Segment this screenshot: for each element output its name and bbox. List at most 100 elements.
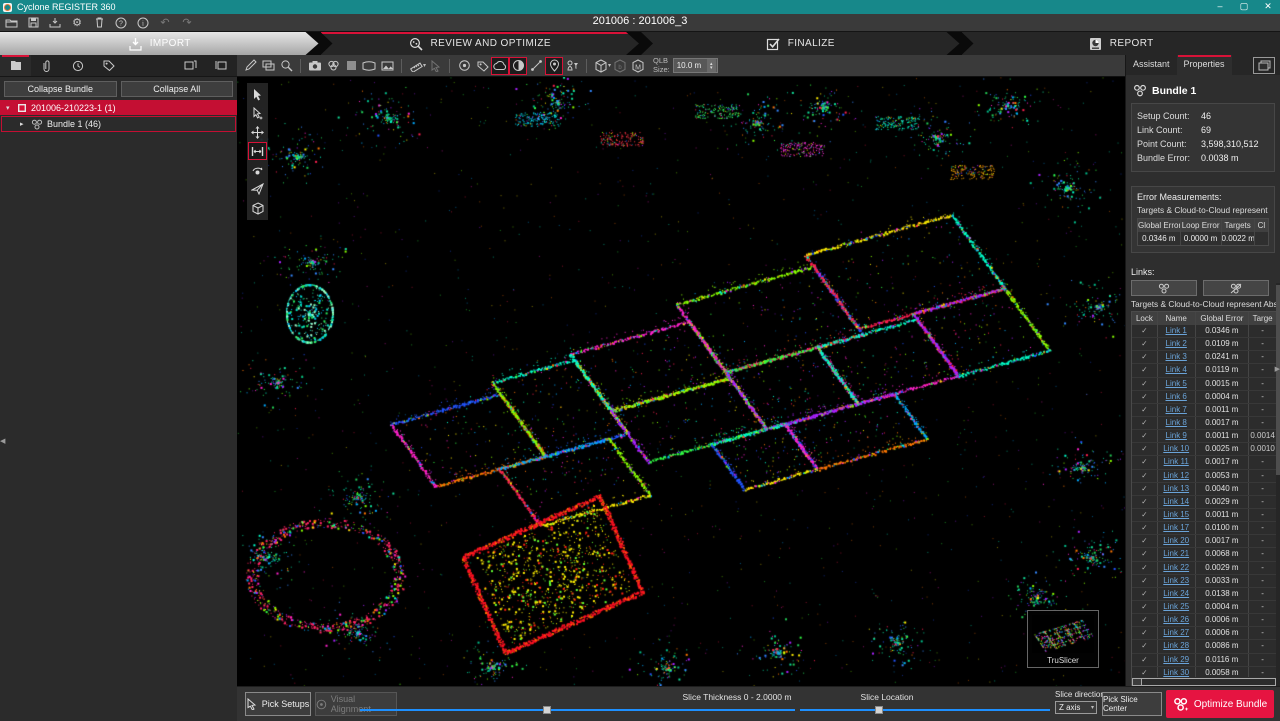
setup-pin-icon[interactable] bbox=[545, 57, 563, 75]
tab-attachments[interactable] bbox=[31, 55, 62, 76]
link-lock-checkbox[interactable]: ✓ bbox=[1132, 627, 1158, 639]
link-name[interactable]: Link 5 bbox=[1158, 378, 1196, 390]
step-report[interactable]: REPORT bbox=[962, 32, 1280, 55]
pointcloud-visibility-icon[interactable] bbox=[491, 57, 509, 75]
slice-thickness-slider[interactable] bbox=[360, 706, 795, 714]
link-name[interactable]: Link 8 bbox=[1158, 417, 1196, 429]
panel-vertical-scrollbar[interactable] bbox=[1276, 283, 1280, 686]
link-name[interactable]: Link 27 bbox=[1158, 627, 1196, 639]
link-lock-checkbox[interactable]: ✓ bbox=[1132, 325, 1158, 337]
column-header[interactable]: Lock bbox=[1132, 312, 1158, 325]
link-lock-checkbox[interactable]: ✓ bbox=[1132, 575, 1158, 587]
column-header[interactable]: Global Error bbox=[1138, 219, 1181, 232]
link-name[interactable]: Link 14 bbox=[1158, 496, 1196, 508]
create-link-button[interactable] bbox=[1131, 280, 1197, 296]
column-header[interactable]: Global Error bbox=[1196, 312, 1250, 325]
link-name[interactable]: Link 7 bbox=[1158, 404, 1196, 416]
link-name[interactable]: Link 4 bbox=[1158, 364, 1196, 376]
fit-view-tool-icon[interactable] bbox=[248, 142, 267, 160]
contrast-sphere-icon[interactable] bbox=[509, 57, 527, 75]
pick-slice-center-button[interactable]: Pick Slice Center bbox=[1102, 692, 1162, 716]
maximize-button[interactable]: ▢ bbox=[1232, 0, 1256, 14]
view-cube-tool-icon[interactable] bbox=[248, 199, 267, 217]
link-name[interactable]: Link 3 bbox=[1158, 351, 1196, 363]
tag-visibility-icon[interactable] bbox=[473, 57, 491, 75]
link-lock-checkbox[interactable]: ✓ bbox=[1132, 640, 1158, 652]
link-name[interactable]: Link 28 bbox=[1158, 640, 1196, 652]
link-lock-checkbox[interactable]: ✓ bbox=[1132, 378, 1158, 390]
color-mode-icon[interactable] bbox=[324, 57, 342, 75]
link-name[interactable]: Link 25 bbox=[1158, 601, 1196, 613]
tab-tags[interactable] bbox=[93, 55, 124, 76]
tree-item-project[interactable]: ▾ 201006-210223-1 (1) bbox=[0, 100, 237, 115]
tab-assistant[interactable]: Assistant bbox=[1126, 55, 1177, 75]
link-lock-checkbox[interactable]: ✓ bbox=[1132, 456, 1158, 468]
sidebar-collapse-handle[interactable]: ◀ bbox=[0, 437, 5, 445]
link-name[interactable]: Link 6 bbox=[1158, 391, 1196, 403]
pick-setups-button[interactable]: Pick Setups bbox=[245, 692, 311, 716]
target-visibility-icon[interactable] bbox=[455, 57, 473, 75]
panel-layout-button[interactable] bbox=[1253, 57, 1275, 74]
panel-expand-handle[interactable]: ▶ bbox=[1275, 365, 1280, 373]
zoom-region-icon[interactable] bbox=[277, 57, 295, 75]
select-tool-icon[interactable] bbox=[248, 85, 267, 103]
link-lock-checkbox[interactable]: ✓ bbox=[1132, 535, 1158, 547]
link-lock-checkbox[interactable]: ✓ bbox=[1132, 404, 1158, 416]
fly-tool-icon[interactable] bbox=[248, 180, 267, 198]
link-lock-checkbox[interactable]: ✓ bbox=[1132, 470, 1158, 482]
slice-thickness-handle[interactable] bbox=[543, 706, 551, 714]
link-lock-checkbox[interactable]: ✓ bbox=[1132, 417, 1158, 429]
step-import[interactable]: IMPORT bbox=[0, 32, 319, 55]
link-lock-checkbox[interactable]: ✓ bbox=[1132, 391, 1158, 403]
pointcloud-canvas[interactable] bbox=[237, 77, 1125, 686]
link-name[interactable]: Link 29 bbox=[1158, 654, 1196, 666]
link-lock-checkbox[interactable]: ✓ bbox=[1132, 443, 1158, 455]
pan-tool-icon[interactable] bbox=[248, 123, 267, 141]
link-name[interactable]: Link 1 bbox=[1158, 325, 1196, 337]
link-lock-checkbox[interactable]: ✓ bbox=[1132, 614, 1158, 626]
link-lock-checkbox[interactable]: ✓ bbox=[1132, 667, 1158, 677]
collapse-all-panels-button[interactable] bbox=[206, 55, 237, 76]
solid-view-icon[interactable] bbox=[342, 57, 360, 75]
panorama-view-icon[interactable] bbox=[360, 57, 378, 75]
link-name[interactable]: Link 13 bbox=[1158, 483, 1196, 495]
minimize-button[interactable]: – bbox=[1208, 0, 1232, 14]
link-lock-checkbox[interactable]: ✓ bbox=[1132, 483, 1158, 495]
qlb-size-input[interactable]: 10.0 m ▴▾ bbox=[673, 58, 718, 73]
link-name[interactable]: Link 21 bbox=[1158, 548, 1196, 560]
column-header[interactable]: Name bbox=[1158, 312, 1196, 325]
link-name[interactable]: Link 24 bbox=[1158, 588, 1196, 600]
pick-point-icon[interactable] bbox=[426, 57, 444, 75]
link-lock-checkbox[interactable]: ✓ bbox=[1132, 351, 1158, 363]
collapse-all-button[interactable]: Collapse All bbox=[121, 81, 234, 97]
link-lock-checkbox[interactable]: ✓ bbox=[1132, 588, 1158, 600]
column-header[interactable]: Loop Error bbox=[1181, 219, 1222, 232]
link-name[interactable]: Link 9 bbox=[1158, 430, 1196, 442]
link-lock-checkbox[interactable]: ✓ bbox=[1132, 496, 1158, 508]
link-lock-checkbox[interactable]: ✓ bbox=[1132, 430, 1158, 442]
camera-screenshot-icon[interactable] bbox=[306, 57, 324, 75]
link-lock-checkbox[interactable]: ✓ bbox=[1132, 548, 1158, 560]
remove-link-button[interactable] bbox=[1203, 280, 1269, 296]
tab-history[interactable] bbox=[62, 55, 93, 76]
expand-all-panels-button[interactable] bbox=[175, 55, 206, 76]
link-lock-checkbox[interactable]: ✓ bbox=[1132, 364, 1158, 376]
link-lock-checkbox[interactable]: ✓ bbox=[1132, 562, 1158, 574]
link-name[interactable]: Link 30 bbox=[1158, 667, 1196, 677]
slice-direction-select[interactable]: Z axis ▾ bbox=[1055, 701, 1097, 714]
select-similar-tool-icon[interactable] bbox=[248, 104, 267, 122]
orbit-tool-icon[interactable] bbox=[248, 161, 267, 179]
link-name[interactable]: Link 17 bbox=[1158, 522, 1196, 534]
link-lock-checkbox[interactable]: ✓ bbox=[1132, 338, 1158, 350]
link-name[interactable]: Link 12 bbox=[1158, 470, 1196, 482]
link-lock-checkbox[interactable]: ✓ bbox=[1132, 601, 1158, 613]
overlap-view-icon[interactable] bbox=[259, 57, 277, 75]
caret-right-icon[interactable]: ▸ bbox=[20, 120, 27, 128]
image-view-icon[interactable] bbox=[378, 57, 396, 75]
close-button[interactable]: ✕ bbox=[1256, 0, 1280, 14]
column-header[interactable]: Cl bbox=[1255, 219, 1268, 232]
tab-project-explorer[interactable] bbox=[0, 55, 31, 76]
collapse-bundle-button[interactable]: Collapse Bundle bbox=[4, 81, 117, 97]
link-lock-checkbox[interactable]: ✓ bbox=[1132, 509, 1158, 521]
qlb-bounds-icon[interactable]: b bbox=[611, 57, 629, 75]
